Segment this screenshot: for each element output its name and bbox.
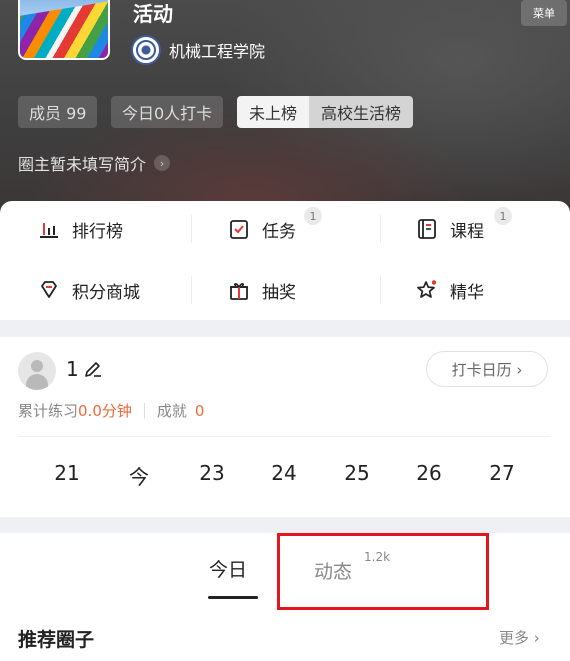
feature-lottery[interactable]: 抽奖 bbox=[228, 270, 296, 310]
feature-label: 抽奖 bbox=[262, 282, 296, 303]
members-pill[interactable]: 成员 99 bbox=[18, 96, 98, 128]
feature-points-mall[interactable]: 积分商城 bbox=[38, 270, 140, 310]
rank-not-listed[interactable]: 未上榜 bbox=[237, 96, 310, 128]
divider bbox=[18, 436, 550, 437]
college-emblem-icon bbox=[131, 35, 161, 65]
gift-icon bbox=[230, 283, 248, 300]
checkin-calendar-button[interactable]: 打卡日历 › bbox=[426, 351, 548, 387]
feature-leaderboard[interactable]: 排行榜 bbox=[38, 209, 123, 249]
feature-tasks[interactable]: 任务 bbox=[228, 209, 296, 249]
star-icon bbox=[417, 280, 437, 298]
tab-today[interactable]: 今日 bbox=[209, 555, 247, 582]
group-header: 活动 菜单 机械工程学院 成员 99 今日0人打卡 未上榜 高校生活榜 圈主暂未… bbox=[0, 0, 570, 232]
highlight-box bbox=[277, 533, 489, 610]
course-book-icon bbox=[418, 219, 436, 239]
pencil-edit-icon[interactable] bbox=[83, 359, 103, 379]
feature-label: 任务 bbox=[262, 221, 296, 242]
divider bbox=[143, 402, 145, 419]
calendar-day[interactable]: 26 bbox=[409, 461, 449, 485]
diamond-icon bbox=[41, 281, 57, 298]
rank-campus-life[interactable]: 高校生活榜 bbox=[309, 96, 414, 128]
group-title: 活动 bbox=[133, 2, 173, 26]
divider bbox=[191, 276, 192, 304]
active-tab-indicator bbox=[208, 596, 258, 599]
practice-summary: 累计练习 0.0分钟 成就 0 bbox=[18, 400, 204, 421]
achievement-label: 成就 bbox=[156, 402, 187, 420]
calendar-day[interactable]: 21 bbox=[47, 461, 87, 485]
achievement-value: 0 bbox=[194, 401, 205, 420]
divider bbox=[380, 215, 381, 243]
menu-button[interactable]: 菜单 bbox=[521, 0, 567, 26]
bar-chart-icon bbox=[40, 223, 58, 238]
course-badge: 1 bbox=[494, 207, 512, 225]
rank-pill-group[interactable]: 未上榜 高校生活榜 bbox=[237, 96, 414, 128]
practice-stats-card: 1 打卡日历 › 累计练习 0.0分钟 成就 0 21 今 23 24 25 2… bbox=[0, 337, 570, 517]
recommend-title: 推荐圈子 bbox=[18, 629, 95, 651]
divider bbox=[380, 276, 381, 304]
college-name: 机械工程学院 bbox=[169, 42, 266, 61]
practice-label: 累计练习 bbox=[18, 402, 79, 420]
college-info[interactable]: 机械工程学院 bbox=[131, 35, 265, 65]
content-section: 今日 动态 1.2k 推荐圈子 更多 › bbox=[0, 533, 570, 661]
more-link[interactable]: 更多 › bbox=[499, 627, 540, 648]
feature-courses[interactable]: 课程 bbox=[416, 209, 484, 249]
feature-highlights[interactable]: 精华 bbox=[416, 270, 484, 310]
calendar-day[interactable]: 24 bbox=[264, 461, 304, 485]
divider bbox=[191, 215, 192, 243]
chevron-right-icon: › bbox=[154, 155, 171, 171]
user-name: 1 bbox=[66, 357, 79, 381]
avatar[interactable] bbox=[18, 352, 56, 390]
practice-value: 0.0分钟 bbox=[78, 402, 132, 420]
feature-label: 排行榜 bbox=[72, 221, 123, 242]
feature-label: 积分商城 bbox=[72, 282, 140, 303]
group-cover-image[interactable] bbox=[18, 0, 110, 60]
calendar-day[interactable]: 25 bbox=[337, 461, 377, 485]
features-card: 排行榜 任务 1 课程 1 积分商城 抽奖 精华 bbox=[0, 201, 570, 320]
checkins-today-pill[interactable]: 今日0人打卡 bbox=[111, 96, 224, 128]
feature-label: 精华 bbox=[450, 282, 484, 303]
task-badge: 1 bbox=[304, 207, 322, 225]
group-intro[interactable]: 圈主暂未填写简介 › bbox=[18, 151, 171, 175]
calendar-day-today[interactable]: 今 bbox=[119, 461, 159, 490]
intro-text: 圈主暂未填写简介 bbox=[18, 155, 147, 174]
feature-label: 课程 bbox=[450, 221, 484, 242]
task-check-icon bbox=[230, 220, 248, 239]
calendar-day[interactable]: 27 bbox=[482, 461, 522, 485]
calendar-day[interactable]: 23 bbox=[192, 461, 232, 485]
